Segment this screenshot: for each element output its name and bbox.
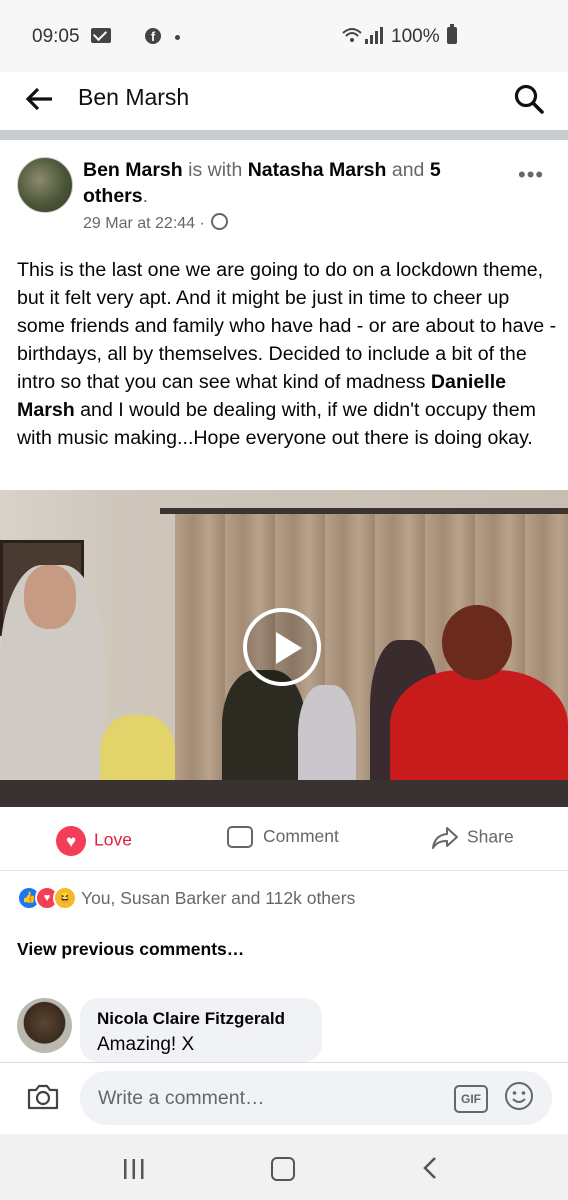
comment-composer: Write a comment… GIF [0, 1062, 568, 1135]
view-previous-comments[interactable]: View previous comments… [17, 939, 244, 960]
love-icon: ♥ [56, 826, 86, 856]
comment-bubble[interactable]: Nicola Claire Fitzgerald Amazing! X [80, 998, 322, 1062]
share-button[interactable]: Share [431, 826, 514, 850]
video-person-man-head [24, 565, 76, 629]
and-text: and [386, 159, 430, 181]
post-video[interactable] [0, 490, 568, 807]
love-label: Love [94, 829, 132, 850]
post-timestamp[interactable]: 29 Mar at 22:44 [83, 215, 195, 232]
home-icon[interactable] [271, 1157, 295, 1181]
globe-icon [211, 213, 229, 230]
section-divider [0, 130, 568, 140]
system-nav-bar [0, 1134, 568, 1200]
post-author-line: Ben Marsh is with Natasha Marsh and 5 ot… [83, 157, 493, 209]
gif-icon[interactable]: GIF [454, 1085, 488, 1113]
video-curtain-rail [160, 508, 568, 514]
comment-label: Comment [263, 826, 339, 846]
mail-icon [91, 28, 111, 43]
facebook-icon: f [145, 28, 161, 44]
status-bar: 09:05 f 100% [0, 0, 568, 72]
haha-icon: 😆 [53, 886, 77, 910]
dot-icon [175, 35, 180, 40]
commenter-avatar[interactable] [17, 998, 72, 1053]
share-label: Share [467, 826, 514, 847]
page-title: Ben Marsh [78, 84, 190, 110]
commenter-name[interactable]: Nicola Claire Fitzgerald [97, 1009, 285, 1029]
system-back-icon[interactable] [422, 1156, 438, 1180]
video-floor [0, 780, 568, 807]
author-avatar[interactable] [17, 157, 73, 213]
more-icon[interactable]: ••• [518, 162, 544, 188]
reactions-text: You, Susan Barker and 112k others [81, 887, 356, 908]
share-icon [432, 827, 458, 849]
video-person-woman-head [442, 605, 512, 680]
play-icon[interactable] [243, 608, 321, 686]
camera-icon[interactable] [26, 1083, 60, 1111]
comment-item: Nicola Claire Fitzgerald Amazing! X [17, 998, 557, 1062]
tagged-name[interactable]: Natasha Marsh [248, 159, 387, 181]
love-button[interactable]: ♥ Love [56, 826, 132, 856]
back-arrow-icon[interactable] [24, 84, 56, 114]
wifi-icon [342, 27, 383, 44]
search-icon[interactable] [512, 82, 546, 116]
post-meta: 29 Mar at 22:44 · [83, 213, 229, 233]
comment-input-placeholder: Write a comment… [98, 1087, 265, 1109]
battery-percent: 100% [391, 26, 440, 47]
post-actions-bar: ♥ Love Comment Share [0, 808, 568, 871]
meta-separator: · [195, 215, 210, 232]
comment-icon [227, 826, 253, 849]
with-text: is with [182, 159, 248, 181]
period-text: . [142, 185, 149, 207]
author-name[interactable]: Ben Marsh [83, 159, 183, 181]
reactions-summary[interactable]: 👍 ♥ 😆 You, Susan Barker and 112k others [17, 886, 355, 910]
comment-button[interactable]: Comment [227, 826, 339, 849]
status-time: 09:05 [32, 26, 80, 47]
post-body-text-2: and I would be dealing with, if we didn'… [17, 399, 536, 449]
battery-icon [447, 24, 457, 44]
post-header: Ben Marsh is with Natasha Marsh and 5 ot… [0, 140, 568, 250]
recent-apps-icon[interactable] [123, 1159, 145, 1179]
comment-input[interactable]: Write a comment… GIF [80, 1071, 552, 1125]
top-app-bar: Ben Marsh [0, 72, 568, 130]
comment-text: Amazing! X [97, 1034, 195, 1055]
emoji-icon[interactable] [504, 1081, 534, 1111]
post-body: This is the last one we are going to do … [17, 256, 557, 452]
